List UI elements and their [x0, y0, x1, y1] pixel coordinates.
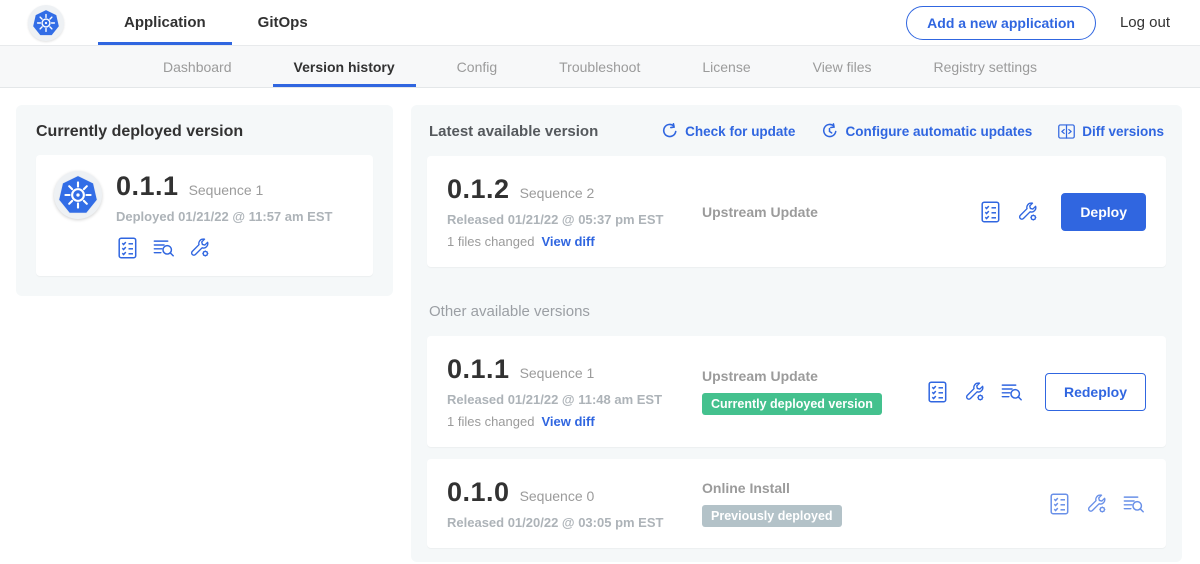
subnav-tab-troubleshoot[interactable]: Troubleshoot [528, 46, 671, 87]
refresh-icon [661, 123, 678, 140]
version-actions: Check for update Configure automatic upd… [661, 123, 1164, 140]
diff-icon [1058, 123, 1075, 140]
files-changed: 1 files changed [447, 234, 534, 249]
deployed-version-card: 0.1.1 Sequence 1 Deployed 01/21/22 @ 11:… [36, 155, 373, 276]
version-source: Upstream Update [702, 368, 926, 384]
edit-config-icon[interactable] [1085, 492, 1109, 516]
subnav-tab-dashboard[interactable]: Dashboard [132, 46, 263, 87]
latest-available-title: Latest available version [429, 123, 598, 140]
released-timestamp: Released 01/20/22 @ 03:05 pm EST [447, 515, 702, 530]
currently-deployed-badge: Currently deployed version [702, 393, 882, 415]
preflight-checks-icon[interactable] [116, 236, 140, 260]
view-logs-icon[interactable] [1122, 492, 1146, 516]
subnav-registry-settings-label: Registry settings [934, 59, 1037, 75]
add-application-button[interactable]: Add a new application [906, 6, 1096, 40]
view-logs-icon[interactable] [1000, 380, 1024, 404]
diff-versions-link[interactable]: Diff versions [1058, 123, 1164, 140]
edit-config-icon[interactable] [963, 380, 987, 404]
version-sequence: Sequence 1 [520, 365, 595, 381]
app-subnav: Dashboard Version history Config Trouble… [0, 46, 1200, 88]
version-number: 0.1.2 [447, 174, 510, 205]
main-content: Currently deployed version 0.1 [0, 88, 1200, 562]
subnav-tab-registry-settings[interactable]: Registry settings [903, 46, 1068, 87]
subnav-tab-license[interactable]: License [671, 46, 781, 87]
version-sequence: Sequence 2 [520, 185, 595, 201]
view-diff-link[interactable]: View diff [541, 414, 594, 429]
version-card-0-1-2: 0.1.2 Sequence 2 Released 01/21/22 @ 05:… [427, 156, 1166, 267]
subnav-view-files-label: View files [813, 59, 872, 75]
deployed-timestamp: Deployed 01/21/22 @ 11:57 am EST [116, 209, 332, 224]
subnav-dashboard-label: Dashboard [163, 59, 232, 75]
kubernetes-logo-icon[interactable] [28, 5, 64, 41]
version-source: Upstream Update [702, 204, 979, 220]
version-sequence: Sequence 0 [520, 488, 595, 504]
configure-automatic-updates-link[interactable]: Configure automatic updates [821, 123, 1032, 140]
tab-gitops[interactable]: GitOps [232, 0, 334, 45]
subnav-license-label: License [702, 59, 750, 75]
kubernetes-wheel-icon [32, 9, 60, 37]
check-for-update-link[interactable]: Check for update [661, 123, 795, 140]
auto-update-icon [821, 123, 838, 140]
subnav-tab-view-files[interactable]: View files [782, 46, 903, 87]
files-changed: 1 files changed [447, 414, 534, 429]
redeploy-button[interactable]: Redeploy [1045, 373, 1146, 411]
view-diff-link[interactable]: View diff [541, 234, 594, 249]
configure-automatic-updates-label: Configure automatic updates [845, 124, 1032, 139]
deployed-sequence: Sequence 1 [189, 182, 264, 198]
app-logo-icon [54, 171, 102, 219]
version-number: 0.1.1 [447, 354, 510, 385]
subnav-tab-config[interactable]: Config [426, 46, 528, 87]
subnav-config-label: Config [457, 59, 497, 75]
header-right: Add a new application Log out [906, 6, 1170, 40]
other-available-title: Other available versions [429, 303, 1164, 320]
app-tabs: Application GitOps [98, 0, 334, 45]
top-header: Application GitOps Add a new application… [0, 0, 1200, 46]
version-card-0-1-1: 0.1.1 Sequence 1 Released 01/21/22 @ 11:… [427, 336, 1166, 447]
deploy-button[interactable]: Deploy [1061, 193, 1146, 231]
version-number: 0.1.0 [447, 477, 510, 508]
subnav-version-history-label: Version history [294, 59, 395, 75]
subnav-troubleshoot-label: Troubleshoot [559, 59, 640, 75]
diff-versions-label: Diff versions [1082, 124, 1164, 139]
version-source: Online Install [702, 480, 1048, 496]
tab-application[interactable]: Application [98, 0, 232, 45]
previously-deployed-badge: Previously deployed [702, 505, 842, 527]
version-card-0-1-0: 0.1.0 Sequence 0 Released 01/20/22 @ 03:… [427, 459, 1166, 548]
deployed-version-number: 0.1.1 [116, 171, 179, 202]
released-timestamp: Released 01/21/22 @ 11:48 am EST [447, 392, 702, 407]
logout-button[interactable]: Log out [1120, 14, 1170, 31]
edit-config-icon[interactable] [1016, 200, 1040, 224]
view-logs-icon[interactable] [152, 236, 176, 260]
currently-deployed-title: Currently deployed version [36, 123, 373, 141]
available-versions-panel: Latest available version Check for updat… [411, 105, 1182, 562]
preflight-checks-icon[interactable] [926, 380, 950, 404]
check-for-update-label: Check for update [685, 124, 795, 139]
tab-application-label: Application [124, 14, 206, 31]
released-timestamp: Released 01/21/22 @ 05:37 pm EST [447, 212, 702, 227]
tab-gitops-label: GitOps [258, 14, 308, 31]
preflight-checks-icon[interactable] [979, 200, 1003, 224]
subnav-tab-version-history[interactable]: Version history [263, 46, 426, 87]
edit-config-icon[interactable] [188, 236, 212, 260]
preflight-checks-icon[interactable] [1048, 492, 1072, 516]
currently-deployed-panel: Currently deployed version 0.1 [16, 105, 393, 296]
